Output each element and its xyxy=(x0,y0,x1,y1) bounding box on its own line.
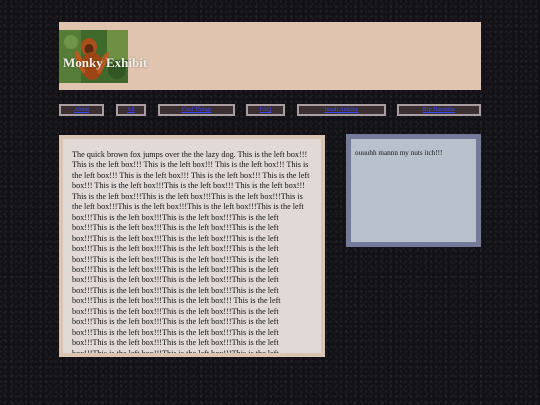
right-content-box: ouuuhh mannn my nuts itch!!! xyxy=(346,134,481,247)
nav-link-all[interactable]: All xyxy=(116,104,146,116)
nav-link-rip-harambe[interactable]: Rip Harambe xyxy=(397,104,481,116)
site-title: Monky Exhibit xyxy=(63,55,148,70)
nav-link-about[interactable]: About xyxy=(59,104,104,116)
page-header: Monky Exhibit xyxy=(59,22,481,90)
nav-link-cool-things[interactable]: Cool Things xyxy=(158,104,235,116)
right-box-text: ouuuhh mannn my nuts itch!!! xyxy=(355,149,443,157)
left-box-text: The quick brown fox jumps over the the l… xyxy=(72,150,310,357)
nav-link-faq[interactable]: FAQ xyxy=(246,104,285,116)
left-content-box: The quick brown fox jumps over the the l… xyxy=(59,135,325,357)
nav-link-insult-ardsley[interactable]: Insult Ardsley xyxy=(297,104,386,116)
